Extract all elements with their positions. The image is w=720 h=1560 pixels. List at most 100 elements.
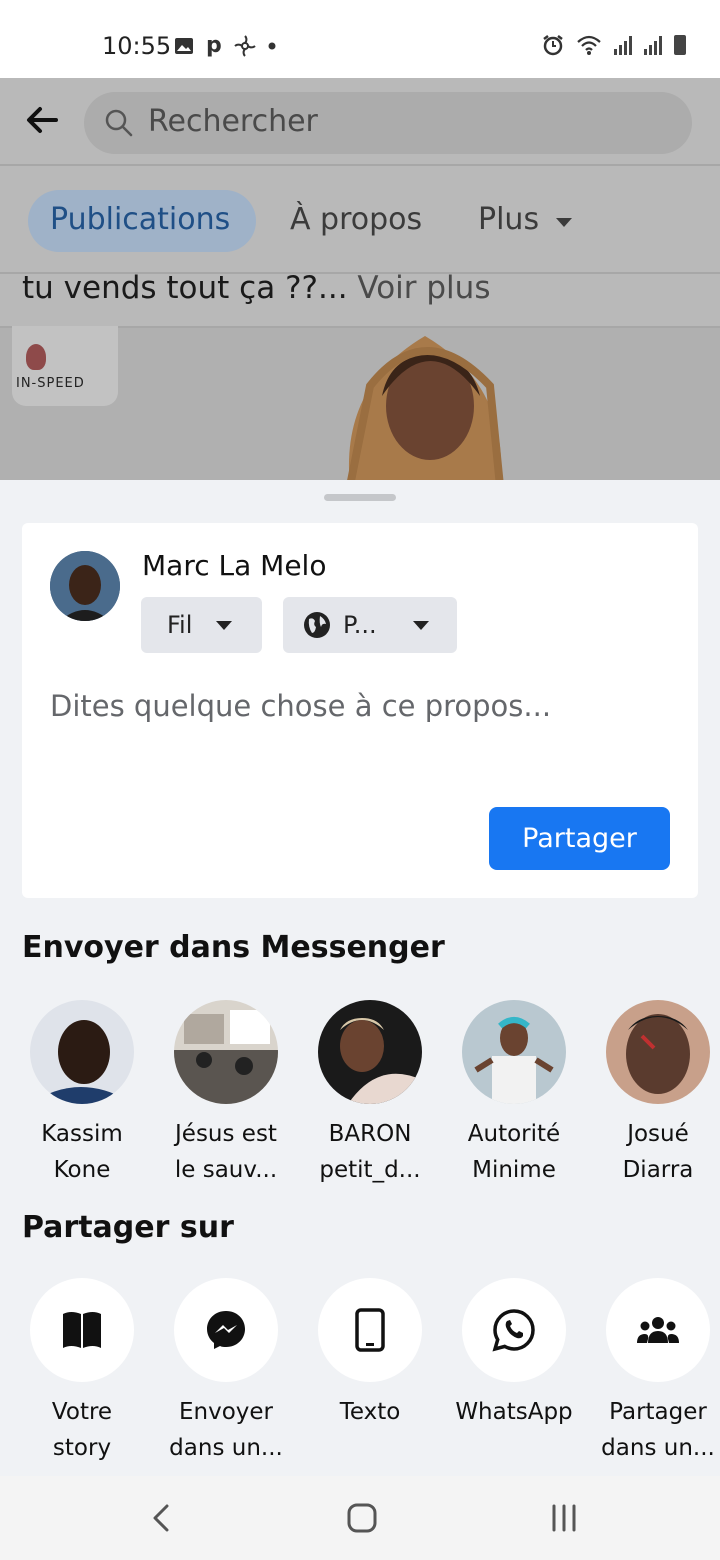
- share-option-circle: [174, 1278, 278, 1382]
- contact-avatar: [462, 1000, 566, 1104]
- share-option-story[interactable]: Votre story: [10, 1278, 154, 1466]
- signal-icon: [644, 35, 662, 55]
- share-option-label-line1: Envoyer: [178, 1399, 273, 1425]
- status-bar: 10:55 p: [0, 0, 720, 78]
- tab-publications[interactable]: Publications: [50, 202, 230, 237]
- share-on-section-title: Partager sur: [22, 1210, 234, 1245]
- destination-label: Fil: [167, 611, 193, 639]
- alarm-icon: [543, 35, 563, 56]
- whatsapp-icon: [492, 1309, 535, 1352]
- post-text-body: tu vends tout ça ??...: [22, 270, 348, 306]
- contact-name: Kassim Kone: [10, 1116, 154, 1188]
- battery-icon: [674, 35, 686, 55]
- messenger-contact[interactable]: Autorité Minime: [442, 1000, 586, 1188]
- contact-name: Josué Diarra: [586, 1116, 720, 1188]
- contact-name-line2: petit_d...: [319, 1157, 421, 1183]
- status-icons-right: [542, 34, 686, 56]
- compose-card: Marc La Melo Fil P... Dites quelque chos…: [22, 523, 698, 898]
- share-option-label: Votre story: [10, 1394, 154, 1466]
- status-icons-left: p: [174, 34, 276, 58]
- group-icon: [637, 1317, 679, 1343]
- share-option-circle: [462, 1278, 566, 1382]
- share-option-label: WhatsApp: [442, 1394, 586, 1430]
- status-time: 10:55: [102, 32, 172, 60]
- share-option-label-line1: Texto: [339, 1399, 401, 1425]
- share-sheet: Marc La Melo Fil P... Dites quelque chos…: [0, 480, 720, 1476]
- messenger-contact[interactable]: Kassim Kone: [10, 1000, 154, 1188]
- back-arrow-icon[interactable]: [22, 100, 62, 140]
- contact-name-line1: BARON: [328, 1121, 412, 1147]
- post-text: tu vends tout ça ??... Voir plus: [22, 270, 490, 306]
- avatar: [50, 551, 120, 621]
- pinwheel-icon: [234, 35, 256, 57]
- share-option-group[interactable]: Partager dans un...: [586, 1278, 720, 1466]
- back-nav-icon[interactable]: [136, 1496, 186, 1540]
- compose-input[interactable]: Dites quelque chose à ce propos...: [50, 689, 551, 723]
- contact-name-line2: le sauv...: [174, 1157, 278, 1183]
- recents-nav-icon[interactable]: [539, 1496, 589, 1540]
- contact-name-line2: Minime: [472, 1157, 556, 1183]
- contact-avatar: [606, 1000, 710, 1104]
- profile-tabs: Publications À propos Plus: [0, 168, 720, 274]
- share-option-label: Partager dans un...: [586, 1394, 720, 1466]
- contact-name-line1: Kassim: [41, 1121, 123, 1147]
- share-option-circle: [606, 1278, 710, 1382]
- destination-dropdown[interactable]: Fil: [141, 597, 262, 653]
- book-icon: [63, 1312, 101, 1348]
- share-now-button[interactable]: Partager: [489, 807, 670, 870]
- lightbulb-icon: [26, 344, 46, 370]
- share-option-messenger-group[interactable]: Envoyer dans un...: [154, 1278, 298, 1466]
- contact-name: Jésus est le sauv...: [154, 1116, 298, 1188]
- contact-avatar: [30, 1000, 134, 1104]
- audience-dropdown[interactable]: P...: [283, 597, 457, 653]
- image-icon: [175, 38, 193, 54]
- share-option-circle: [318, 1278, 422, 1382]
- tab-more[interactable]: Plus: [478, 202, 539, 237]
- contact-name-line1: Josué: [627, 1121, 689, 1147]
- share-option-label-line2: dans un...: [169, 1435, 283, 1461]
- post-photo: [347, 336, 504, 480]
- wifi-icon: [577, 35, 601, 55]
- contact-avatar: [318, 1000, 422, 1104]
- avatar-photo: [50, 551, 120, 621]
- chevron-down-icon: [556, 218, 572, 227]
- share-option-label-line1: WhatsApp: [455, 1399, 573, 1425]
- audience-label: P...: [343, 611, 377, 639]
- messenger-contact[interactable]: Jésus est le sauv...: [154, 1000, 298, 1188]
- messenger-section-title: Envoyer dans Messenger: [22, 930, 445, 965]
- share-option-label-line1: Partager: [609, 1399, 707, 1425]
- messenger-contact[interactable]: BARON petit_d...: [298, 1000, 442, 1188]
- home-nav-icon[interactable]: [337, 1496, 387, 1540]
- page-logo-text: IN-SPEED: [16, 376, 85, 391]
- contact-name-line2: Kone: [53, 1157, 111, 1183]
- search-icon: [105, 109, 133, 137]
- share-option-sms[interactable]: Texto: [298, 1278, 442, 1430]
- signal-icon: [614, 35, 632, 55]
- messenger-contact[interactable]: Josué Diarra: [586, 1000, 720, 1188]
- messenger-icon: [207, 1311, 245, 1349]
- dimmed-page: Rechercher Publications À propos Plus tu…: [0, 78, 720, 480]
- share-option-label: Envoyer dans un...: [154, 1394, 298, 1466]
- globe-icon: [304, 612, 330, 638]
- drag-handle[interactable]: [324, 494, 396, 501]
- p-icon: p: [206, 33, 222, 58]
- contact-name: BARON petit_d...: [298, 1116, 442, 1188]
- phone-icon: [355, 1308, 385, 1352]
- contact-name-line1: Autorité: [467, 1121, 561, 1147]
- contact-name: Autorité Minime: [442, 1116, 586, 1188]
- contact-name-line2: Diarra: [622, 1157, 694, 1183]
- contact-name-line1: Jésus est: [175, 1121, 277, 1147]
- share-option-label-line1: Votre: [51, 1399, 113, 1425]
- tab-about[interactable]: À propos: [290, 202, 422, 237]
- search-placeholder: Rechercher: [148, 104, 318, 139]
- user-name: Marc La Melo: [142, 549, 327, 582]
- share-option-label-line2: story: [52, 1435, 112, 1461]
- chevron-down-icon: [413, 621, 429, 630]
- share-option-label-line2: dans un...: [601, 1435, 715, 1461]
- share-option-circle: [30, 1278, 134, 1382]
- system-nav-bar: [0, 1476, 720, 1560]
- contact-avatar: [174, 1000, 278, 1104]
- dot-icon: [268, 42, 276, 50]
- see-more-link[interactable]: Voir plus: [357, 270, 490, 306]
- share-option-whatsapp[interactable]: WhatsApp: [442, 1278, 586, 1430]
